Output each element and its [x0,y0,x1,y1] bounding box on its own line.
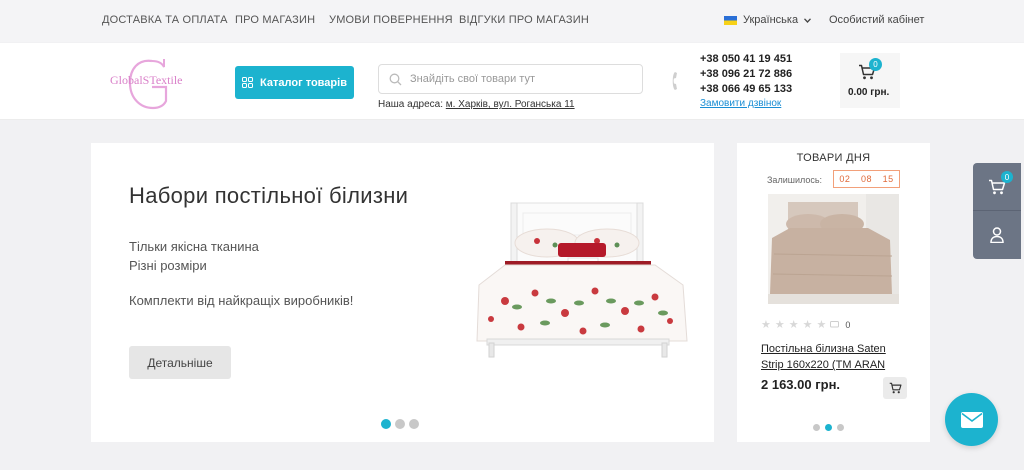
top-bar: ДОСТАВКА ТА ОПЛАТА ПРО МАГАЗИН УМОВИ ПОВ… [0,0,1024,42]
cart-icon [889,382,901,394]
star-icon: ★ [774,319,786,331]
user-icon [990,227,1004,243]
comment-icon [830,320,840,327]
nav-return-policy[interactable]: УМОВИ ПОВЕРНЕННЯ [329,14,453,26]
search-box[interactable] [378,64,643,94]
timer-seconds: 15 [882,174,894,184]
address-link[interactable]: м. Харків, вул. Роганська 11 [446,99,575,110]
timer-hours: 02 [839,174,851,184]
catalog-button[interactable]: Каталог товарів [235,66,354,99]
ukraine-flag-icon [724,15,737,25]
search-icon [389,73,402,85]
slider-dot[interactable] [381,419,391,429]
search-input[interactable] [410,73,630,85]
nav-store-reviews[interactable]: ВІДГУКИ ПРО МАГАЗИН [459,14,589,26]
cart-total: 0.00 грн. [848,87,890,98]
chat-button[interactable] [945,393,998,446]
product-price: 2 163.00 грн. [761,377,841,392]
chevron-down-icon [804,17,812,23]
star-icon: ★ [816,319,828,331]
deals-dot[interactable] [813,424,820,431]
deals-dot[interactable] [825,424,832,431]
timer-minutes: 08 [860,174,872,184]
countdown-timer: 02 08 15 [833,170,900,188]
bed-image [476,202,688,358]
floating-side-panel: 0 [973,163,1021,259]
phone-icon [672,72,677,90]
slide-text-line: Комплекти від найкращіх виробників! [129,293,354,308]
language-selector[interactable]: Українська [724,14,812,26]
personal-cabinet-link[interactable]: Особистий кабінет [829,14,924,26]
grid-icon [242,77,254,88]
header-cart[interactable]: 0 0.00 грн. [840,53,900,108]
nav-delivery-payment[interactable]: ДОСТАВКА ТА ОПЛАТА [102,14,228,26]
logo[interactable]: GlobalSTextile [108,53,200,113]
star-icon: ★ [788,319,800,331]
logo-text: GlobalSTextile [110,73,183,87]
nav-about-store[interactable]: ПРО МАГАЗИН [235,14,315,26]
phone-number[interactable]: +38 066 49 65 133 [700,82,792,97]
slider-dot[interactable] [395,419,405,429]
slider-pagination [381,419,419,429]
hero-slider: Набори постільної білизни Тільки якісна … [91,143,714,442]
store-address: Наша адреса: м. Харків, вул. Роганська 1… [378,99,575,110]
slide-title: Набори постільної білизни [129,183,409,208]
phone-list: +38 050 41 19 451 +38 096 21 72 886 +38 … [700,52,792,97]
star-icon: ★ [802,319,814,331]
slider-dot[interactable] [409,419,419,429]
details-button[interactable]: Детальніше [129,346,231,379]
product-name-link[interactable]: Постільна білизна Saten Strip 160x220 (Т… [761,341,901,373]
address-prefix: Наша адреса: [378,99,444,110]
request-callback-link[interactable]: Замовити дзвінок [700,98,781,109]
floating-cart-button[interactable]: 0 [973,163,1021,211]
envelope-icon [960,411,983,428]
star-icon: ★ [761,319,772,331]
phone-number[interactable]: +38 050 41 19 451 [700,52,792,67]
floating-cart-badge: 0 [1001,171,1013,183]
slide-text-line: Різні розміри [129,258,207,273]
deals-dot[interactable] [837,424,844,431]
deals-title: ТОВАРИ ДНЯ [796,152,871,164]
deals-of-the-day: ТОВАРИ ДНЯ Залишилось: 02 08 15 ★ ★ ★ ★ … [737,143,930,442]
phone-number[interactable]: +38 096 21 72 886 [700,67,792,82]
deals-pagination [813,424,844,431]
catalog-button-label: Каталог товарів [260,76,347,89]
language-label: Українська [743,14,799,26]
product-image[interactable] [768,194,899,304]
slide-text-line: Тільки якісна тканина [129,239,259,254]
header: GlobalSTextile Каталог товарів Наша адре… [0,43,1024,120]
rating-count: 0 [845,319,852,330]
add-to-cart-button[interactable] [883,377,907,399]
product-rating: ★ ★ ★ ★ ★ 0 [761,318,851,331]
time-left-label: Залишилось: [767,175,823,185]
cart-count-badge: 0 [869,58,882,71]
floating-user-button[interactable] [973,211,1021,259]
